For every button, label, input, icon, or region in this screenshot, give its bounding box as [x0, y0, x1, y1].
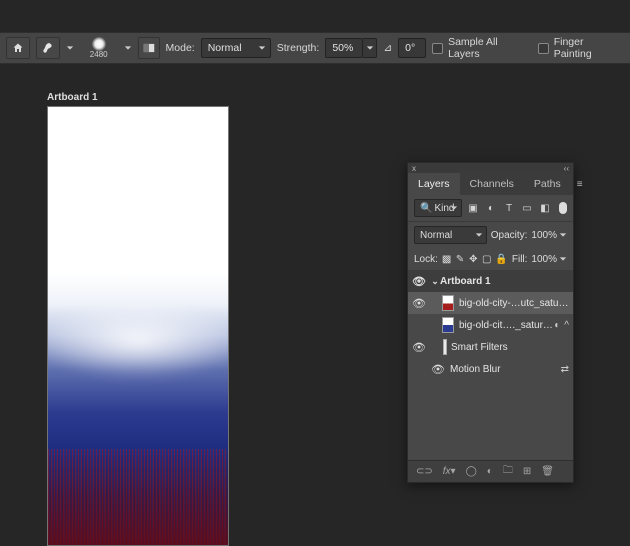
smart-filter-item[interactable]: 👁 Motion Blur ⇄	[408, 358, 573, 380]
lock-position-icon[interactable]: ✥	[469, 252, 478, 266]
adjustment-layer-icon[interactable]: ◐	[487, 466, 493, 477]
layer-row-2[interactable]: big-old-cit…._saturated ◐ ^	[408, 314, 573, 336]
panel-collapse-icon[interactable]: ‹‹	[564, 164, 569, 173]
lock-artboard-icon[interactable]: ▢	[482, 252, 491, 266]
panel-menu-icon[interactable]: ≡	[571, 179, 589, 190]
angle-field[interactable]: 0°	[398, 38, 426, 58]
visibility-eye-icon[interactable]: 👁	[412, 341, 426, 354]
smart-filters-label: Smart Filters	[451, 342, 569, 353]
visibility-eye-icon[interactable]: 👁	[412, 297, 426, 310]
canvas-streaks	[48, 449, 228, 545]
filter-pixel-icon[interactable]: ▣	[466, 201, 480, 215]
new-layer-icon[interactable]: ⊞	[523, 466, 531, 477]
checkbox-icon	[432, 43, 443, 54]
opacity-value[interactable]: 100%	[531, 230, 557, 241]
filter-type-icon[interactable]: T	[502, 201, 516, 215]
layer-name: big-old-city-…utc_saturated	[459, 298, 569, 309]
brush-preset-picker[interactable]: 2480	[80, 37, 118, 59]
tab-paths[interactable]: Paths	[524, 173, 571, 195]
checkbox-icon	[538, 43, 549, 54]
twisty-icon[interactable]: ⌄	[430, 276, 440, 287]
mode-label: Mode:	[166, 42, 195, 54]
panel-close-icon[interactable]: x	[412, 164, 416, 173]
tab-channels[interactable]: Channels	[460, 173, 524, 195]
lock-all-icon[interactable]: 🔒	[495, 252, 507, 266]
mode-value: Normal	[208, 42, 242, 54]
filter-adjustment-icon[interactable]: ◐	[484, 201, 498, 215]
smart-object-icon: ◐	[554, 320, 560, 331]
smart-filters-row[interactable]: 👁 Smart Filters	[408, 336, 573, 358]
mode-dropdown[interactable]: Normal	[201, 38, 271, 58]
strength-label: Strength:	[277, 42, 320, 54]
finger-painting-checkbox[interactable]: Finger Painting	[538, 36, 624, 60]
lock-fill-row: Lock: ▩ ✎ ✥ ▢ 🔒 Fill: 100%	[408, 248, 573, 270]
fill-label: Fill:	[512, 254, 528, 265]
lock-brush-icon[interactable]: ✎	[455, 252, 464, 266]
layer-thumbnail	[442, 295, 454, 311]
artboard-canvas[interactable]	[47, 106, 229, 546]
sample-all-layers-checkbox[interactable]: Sample All Layers	[432, 36, 532, 60]
tool-preset-chevron-icon[interactable]	[66, 44, 74, 52]
brush-size-value: 2480	[90, 51, 108, 59]
lock-transparency-icon[interactable]: ▩	[442, 252, 451, 266]
layer-artboard-row[interactable]: 👁 ⌄ Artboard 1	[408, 270, 573, 292]
layer-tree-empty	[408, 380, 573, 460]
filter-name: Motion Blur	[446, 364, 561, 375]
blend-mode-dropdown[interactable]: Normal	[414, 226, 487, 244]
strength-chevron[interactable]	[363, 38, 377, 58]
filter-shape-icon[interactable]: ▭	[520, 201, 534, 215]
layer-filter-row: 🔍Kind ▣ ◐ T ▭ ◧	[408, 195, 573, 222]
chevron-down-icon[interactable]	[559, 255, 567, 263]
canvas-haze	[47, 300, 229, 379]
visibility-eye-icon[interactable]: 👁	[430, 363, 446, 376]
chevron-down-icon[interactable]	[559, 231, 567, 239]
finger-painting-label: Finger Painting	[554, 36, 624, 60]
layers-panel-footer: ⊂⊃ fx▾ ◯ ◐ 🗀 ⊞ 🗑	[408, 460, 573, 482]
brush-chevron-icon[interactable]	[124, 44, 132, 52]
group-icon[interactable]: 🗀	[503, 463, 513, 480]
artboard-name: Artboard 1	[440, 276, 569, 287]
layer-name: big-old-cit…._saturated	[459, 320, 554, 331]
lock-label: Lock:	[414, 254, 438, 265]
panel-tabs: Layers Channels Paths ≡	[408, 173, 573, 195]
artboard-title: Artboard 1	[47, 92, 98, 103]
delete-layer-icon[interactable]: 🗑	[541, 466, 554, 477]
tab-layers[interactable]: Layers	[408, 173, 460, 195]
brush-tip-icon	[92, 37, 106, 51]
filter-kind-dropdown[interactable]: 🔍Kind	[414, 199, 462, 217]
layer-mask-icon[interactable]: ◯	[466, 466, 477, 477]
blend-opacity-row: Normal Opacity: 100%	[408, 222, 573, 248]
panel-titlebar[interactable]: x ‹‹	[408, 163, 573, 173]
brush-settings-button[interactable]	[138, 37, 160, 59]
filter-settings-icon[interactable]: ⇄	[561, 364, 569, 375]
chevron-down-icon	[258, 44, 266, 52]
options-bar: 2480 Mode: Normal Strength: 50% ⊿ 0° Sam…	[0, 32, 630, 64]
filter-smart-icon[interactable]: ◧	[538, 201, 552, 215]
link-layers-icon[interactable]: ⊂⊃	[416, 466, 433, 477]
layer-thumbnail	[442, 317, 454, 333]
sample-all-layers-label: Sample All Layers	[448, 36, 532, 60]
filter-toggle[interactable]	[559, 202, 567, 214]
opacity-label: Opacity:	[491, 230, 528, 241]
strength-field[interactable]: 50%	[325, 38, 363, 58]
expand-chevron-icon[interactable]: ^	[564, 320, 569, 331]
fill-value[interactable]: 100%	[531, 254, 557, 265]
smart-filters-thumbnail	[443, 339, 447, 355]
layer-row-1[interactable]: 👁 big-old-city-…utc_saturated	[408, 292, 573, 314]
smudge-tool-icon[interactable]	[36, 37, 60, 59]
angle-icon: ⊿	[383, 42, 392, 54]
home-button[interactable]	[6, 37, 30, 59]
layers-panel: x ‹‹ Layers Channels Paths ≡ 🔍Kind ▣ ◐ T…	[407, 162, 574, 483]
visibility-eye-icon[interactable]: 👁	[412, 275, 426, 288]
layer-tree: 👁 ⌄ Artboard 1 👁 big-old-city-…utc_satur…	[408, 270, 573, 460]
layer-fx-icon[interactable]: fx▾	[443, 466, 456, 477]
